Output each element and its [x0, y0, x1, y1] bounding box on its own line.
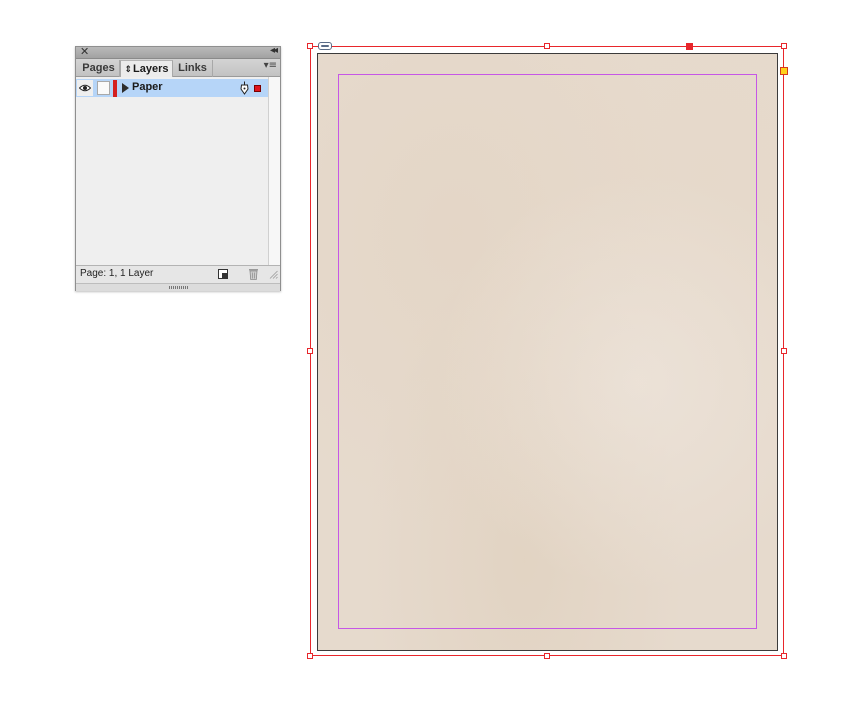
tab-links[interactable]: Links [173, 60, 213, 77]
margin-guide [338, 74, 757, 629]
handle-top-left[interactable] [307, 43, 313, 49]
selection-square-icon[interactable] [254, 85, 261, 92]
collapse-icon[interactable]: ◂◂ [270, 45, 278, 56]
layer-color-swatch [113, 80, 117, 97]
eye-icon [79, 84, 91, 92]
grip-dots-icon [169, 286, 189, 289]
tab-pages-label: Pages [82, 62, 115, 74]
tab-links-label: Links [178, 62, 207, 74]
panel-tabbar: Pages ⇕Layers Links ▾≡ [76, 59, 280, 78]
pen-icon [240, 81, 249, 95]
link-icon[interactable] [318, 42, 332, 50]
handle-top-right[interactable] [781, 43, 787, 49]
panel-resize-handle[interactable] [76, 283, 280, 291]
panel-titlebar[interactable]: ✕ ◂◂ [76, 45, 280, 59]
handle-middle-left[interactable] [307, 348, 313, 354]
layer-name[interactable]: Paper [132, 81, 163, 93]
new-layer-icon[interactable] [218, 269, 228, 279]
updown-arrows-icon: ⇕ [124, 65, 133, 75]
handle-bottom-left[interactable] [307, 653, 313, 659]
handle-bottom-middle[interactable] [544, 653, 550, 659]
tab-layers-label: Layers [133, 63, 169, 75]
visibility-toggle[interactable] [77, 80, 93, 96]
resize-grip-icon[interactable] [269, 270, 278, 279]
scrollbar[interactable] [268, 77, 280, 265]
layer-row-paper[interactable]: Paper [76, 79, 268, 97]
close-icon[interactable]: ✕ [80, 45, 89, 58]
corner-options-handle[interactable] [780, 67, 788, 75]
triangle-right-icon[interactable] [122, 83, 129, 93]
panel-menu-icon[interactable]: ▾≡ [264, 60, 277, 71]
handle-top-middle[interactable] [544, 43, 550, 49]
layers-panel: ✕ ◂◂ Pages ⇕Layers Links ▾≡ Paper Page: … [75, 45, 281, 291]
trash-icon[interactable] [248, 268, 259, 280]
tab-pages[interactable]: Pages [78, 60, 120, 77]
content-grabber-handle[interactable] [686, 43, 693, 50]
lock-toggle[interactable] [97, 81, 110, 95]
layer-list: Paper [76, 77, 268, 265]
status-text: Page: 1, 1 Layer [80, 268, 154, 279]
handle-middle-right[interactable] [781, 348, 787, 354]
panel-status-bar: Page: 1, 1 Layer [76, 265, 280, 283]
handle-bottom-right[interactable] [781, 653, 787, 659]
tab-layers[interactable]: ⇕Layers [120, 60, 173, 78]
